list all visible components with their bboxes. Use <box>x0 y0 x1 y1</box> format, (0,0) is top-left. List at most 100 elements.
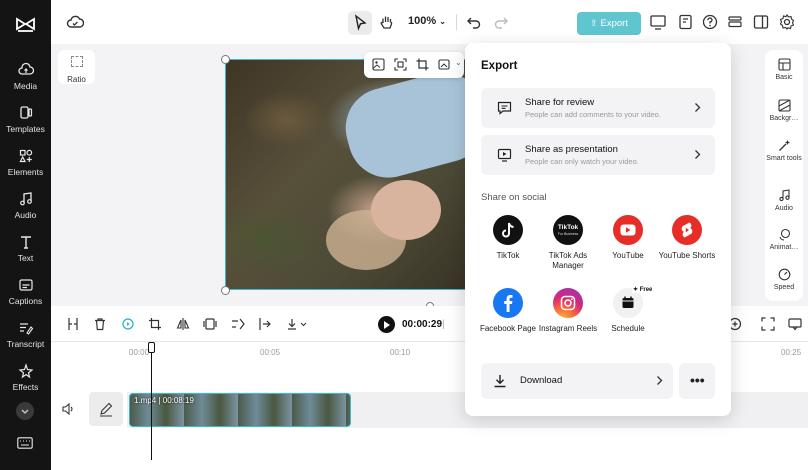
video-clip[interactable]: 1.mp4 | 00:08:19 <box>129 393 351 427</box>
play-button[interactable] <box>378 316 395 333</box>
smart-tools-icon <box>778 140 790 151</box>
sidebar-item-audio[interactable]: Audio <box>0 191 51 231</box>
chevron-down-icon[interactable]: ⌄ <box>455 58 462 67</box>
video-preview[interactable] <box>225 59 470 290</box>
social-label: TikTok <box>496 251 520 260</box>
video-frame-detail <box>336 63 469 187</box>
sidebar-item-captions[interactable]: Captions <box>0 277 51 317</box>
download-button[interactable]: Download <box>481 363 673 399</box>
share-instagram-reels[interactable]: Instagram Reels <box>538 288 598 334</box>
toggle-panel-button[interactable] <box>752 13 770 31</box>
share-schedule[interactable]: Schedule <box>598 288 658 334</box>
youtube-shorts-icon <box>672 215 702 245</box>
focus-icon[interactable] <box>394 58 407 71</box>
sidebar-item-transcript[interactable]: Transcript <box>0 320 51 360</box>
share-facebook-page[interactable]: Facebook Page <box>478 288 538 334</box>
playhead-grip[interactable] <box>148 342 155 353</box>
panel-tab-label: Audio <box>775 205 793 212</box>
undo-button[interactable] <box>465 13 483 31</box>
panel-tab-audio[interactable]: Audio <box>765 189 803 213</box>
cloud-sync-icon[interactable] <box>66 13 85 31</box>
panel-tab-background[interactable]: Backgr… <box>765 99 803 123</box>
loop-icon[interactable] <box>121 317 135 331</box>
comment-icon[interactable] <box>788 317 802 331</box>
chevron-down-icon: ⌄ <box>439 17 446 26</box>
more-options-button[interactable]: ••• <box>679 363 715 399</box>
crop-icon[interactable] <box>148 317 162 331</box>
speed-icon <box>778 268 790 281</box>
flip-icon[interactable] <box>176 317 190 331</box>
ruler-tick: 00:25 <box>781 348 802 357</box>
download-dropdown-icon[interactable] <box>286 317 308 331</box>
export-button[interactable]: ⇧ Export <box>577 12 641 35</box>
sidebar-item-templates[interactable]: Templates <box>0 105 51 145</box>
hand-tool-button[interactable] <box>378 13 396 31</box>
panel-tab-label: Animat… <box>769 244 799 251</box>
panel-tab-smart-tools[interactable]: Smart tools <box>765 139 803 163</box>
social-label: TikTok Ads Manager <box>548 251 588 270</box>
present-button[interactable] <box>649 13 667 31</box>
current-time: 00:00:29 <box>402 319 443 330</box>
sidebar-item-elements[interactable]: Elements <box>0 148 51 188</box>
keyboard-icon[interactable] <box>17 437 33 449</box>
capcut-logo-icon[interactable] <box>15 16 36 34</box>
crop-icon[interactable] <box>416 58 429 71</box>
ruler-tick: 00:10 <box>390 348 411 357</box>
option-subtitle: People can only watch your video. <box>525 157 639 166</box>
download-icon <box>491 372 509 390</box>
sidebar-item-media[interactable]: Media <box>0 62 51 102</box>
volume-icon[interactable] <box>61 402 75 416</box>
split-icon[interactable] <box>66 317 80 331</box>
zoom-dropdown[interactable]: 100% ⌄ <box>408 15 446 27</box>
share-youtube-shorts[interactable]: YouTube Shorts <box>657 215 717 261</box>
sidebar-item-label: Captions <box>8 296 43 306</box>
playhead[interactable] <box>151 342 152 460</box>
effects-icon <box>17 363 34 379</box>
time-separator: | <box>442 319 445 330</box>
trash-icon[interactable] <box>93 317 107 331</box>
replace-icon[interactable] <box>372 58 385 71</box>
sidebar-item-text[interactable]: Text <box>0 234 51 274</box>
export-label: Export <box>600 18 628 29</box>
layers-button[interactable] <box>726 13 744 31</box>
select-tool-button[interactable] <box>348 11 372 35</box>
chevron-down-icon <box>21 409 29 414</box>
resize-handle-bottom-left[interactable] <box>221 286 230 295</box>
zoom-value: 100% <box>408 15 437 27</box>
tiktok-ads-logo-subtext: For Business <box>557 232 579 236</box>
expand-more-button[interactable] <box>16 402 34 420</box>
image-edit-icon[interactable] <box>438 58 451 71</box>
resize-handle-top-left[interactable] <box>221 55 230 64</box>
redo-button[interactable] <box>492 13 510 31</box>
cursor-icon <box>354 14 367 31</box>
youtube-icon <box>613 215 643 245</box>
panel-tab-animation[interactable]: Animat… <box>765 228 803 252</box>
edit-track-button[interactable] <box>89 392 123 426</box>
share-as-presentation-option[interactable]: Share as presentation People can only wa… <box>481 135 715 175</box>
comment-icon <box>497 101 512 115</box>
video-frame-detail <box>371 180 441 240</box>
ruler-tick: 00:00 <box>129 348 150 357</box>
freeze-icon[interactable] <box>203 317 217 331</box>
floating-toolbar: ⌄ <box>364 52 464 78</box>
speed-ramp-icon[interactable] <box>231 317 245 331</box>
social-label: Instagram Reels <box>538 324 598 333</box>
panel-tab-basic[interactable]: Basic <box>765 58 803 82</box>
feedback-button[interactable] <box>677 13 695 31</box>
text-icon <box>20 236 31 249</box>
share-tiktok[interactable]: TikTok <box>478 215 538 261</box>
share-tiktok-ads-manager[interactable]: TikTok For Business TikTok Ads Manager <box>538 215 598 271</box>
panel-tab-speed[interactable]: Speed <box>765 268 803 292</box>
sidebar-item-label: Templates <box>6 124 45 134</box>
sidebar-item-effects[interactable]: Effects <box>0 363 51 403</box>
settings-button[interactable] <box>778 13 796 31</box>
social-label: Schedule <box>611 324 645 333</box>
ratio-button[interactable]: Ratio <box>58 50 95 84</box>
share-for-review-option[interactable]: Share for review People can add comments… <box>481 88 715 128</box>
export-panel: Export Share for review People can add c… <box>465 43 731 416</box>
extend-icon[interactable] <box>258 317 272 331</box>
social-label: YouTube Shorts <box>658 251 716 260</box>
fullscreen-icon[interactable] <box>761 317 775 331</box>
help-button[interactable] <box>701 13 719 31</box>
share-youtube[interactable]: YouTube <box>598 215 658 261</box>
